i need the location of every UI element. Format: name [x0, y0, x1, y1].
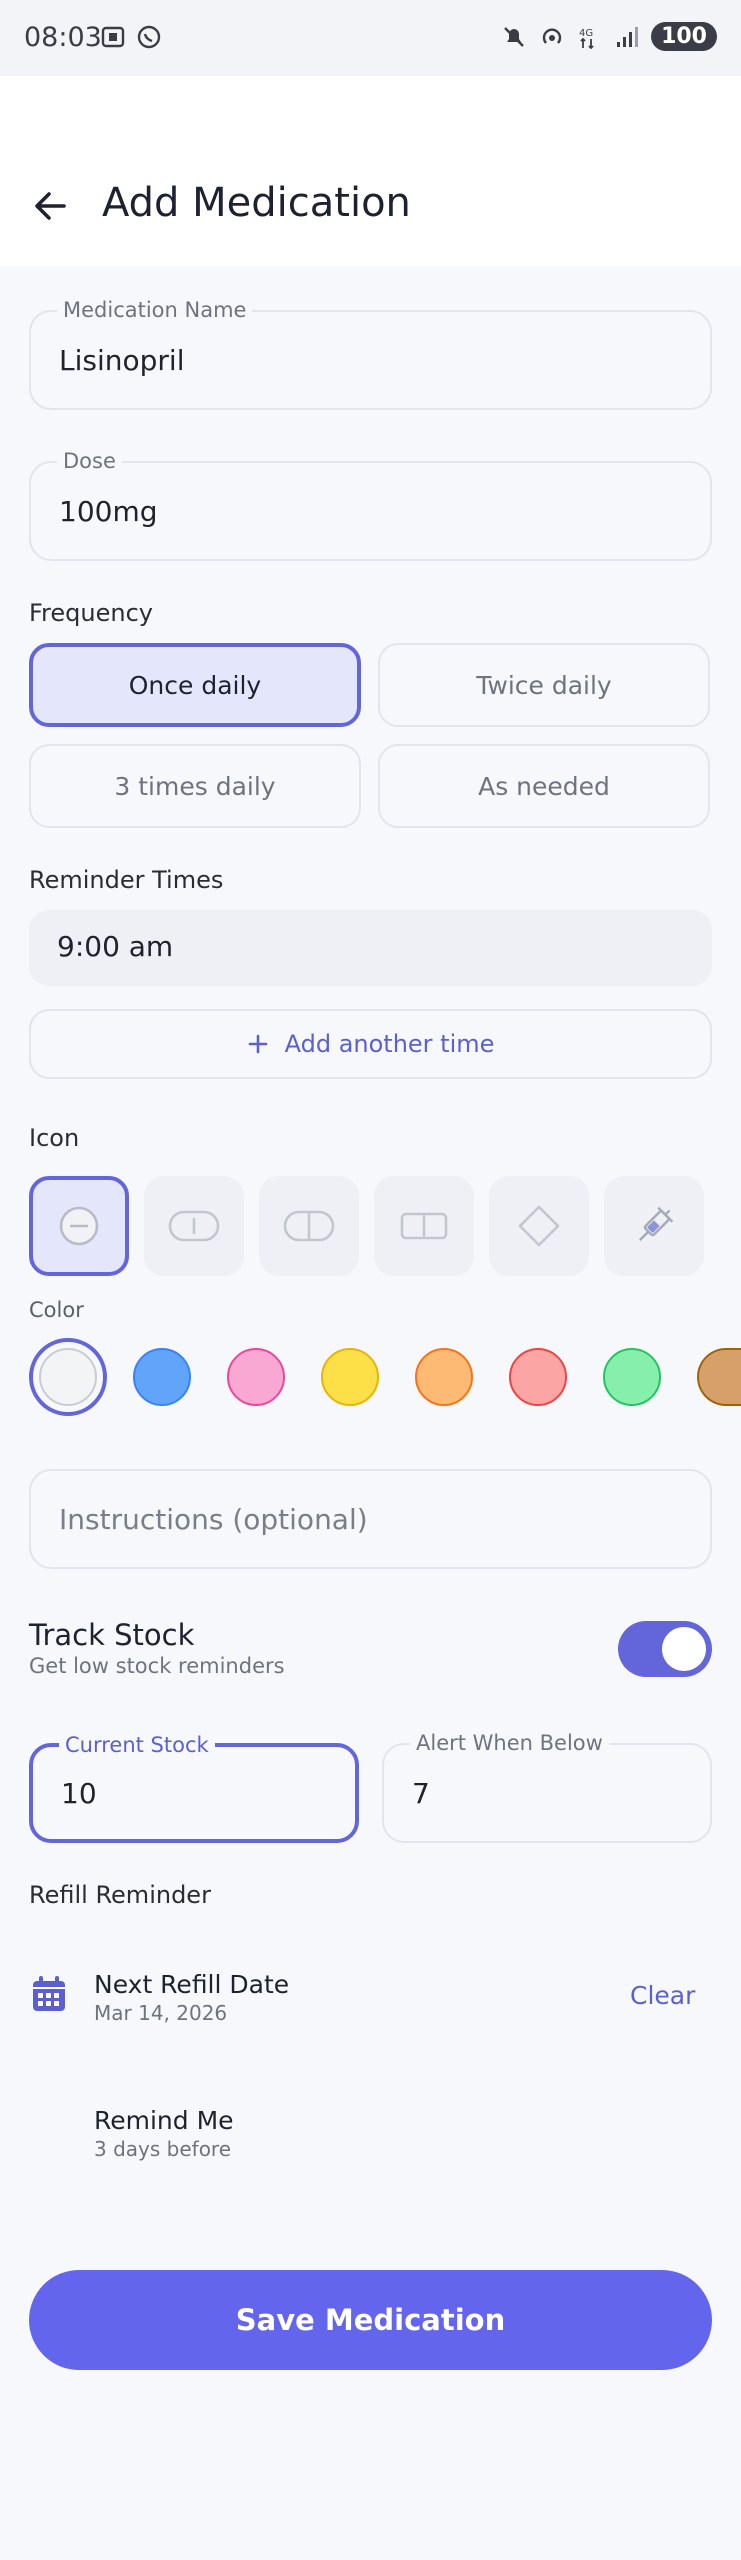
- reminder-time-row[interactable]: 9:00 am: [29, 910, 712, 986]
- dose-value: 100mg: [59, 495, 158, 528]
- status-bar: 08:03 4G 100: [0, 0, 741, 76]
- whatsapp-icon: [137, 25, 161, 49]
- current-stock-field[interactable]: Current Stock 10: [29, 1733, 359, 1843]
- battery-indicator: 100: [651, 22, 717, 51]
- reminder-time-value: 9:00 am: [57, 930, 174, 963]
- icon-option-oval-pill[interactable]: [144, 1176, 244, 1276]
- track-stock-toggle[interactable]: [618, 1621, 712, 1677]
- instructions-field[interactable]: Instructions (optional): [29, 1469, 712, 1569]
- mute-icon: [504, 26, 524, 47]
- icon-option-tablet[interactable]: [374, 1176, 474, 1276]
- save-medication-button[interactable]: Save Medication: [29, 2270, 712, 2370]
- network-4g-icon: 4G: [579, 28, 594, 49]
- diamond-pill-icon: [518, 1205, 560, 1247]
- status-notification-icons: [100, 24, 162, 50]
- current-stock-label: Current Stock: [59, 1733, 215, 1757]
- next-refill-date-title: Next Refill Date: [94, 1970, 290, 1999]
- arrow-left-icon: [35, 192, 66, 220]
- clear-refill-date-button[interactable]: Clear: [630, 1981, 695, 2010]
- icon-option-capsule[interactable]: [259, 1176, 359, 1276]
- color-swatch-blue[interactable]: [133, 1348, 191, 1406]
- alert-below-label: Alert When Below: [410, 1731, 609, 1755]
- back-button[interactable]: [30, 186, 70, 226]
- svg-text:4G: 4G: [579, 28, 593, 39]
- frequency-as-needed[interactable]: As needed: [378, 744, 710, 828]
- calendar-icon: [33, 1976, 65, 2011]
- next-refill-date-value: Mar 14, 2026: [94, 2001, 228, 2025]
- round-pill-icon: [59, 1206, 99, 1246]
- icon-label: Icon: [29, 1124, 80, 1152]
- color-swatch-pink[interactable]: [227, 1348, 285, 1406]
- capsule-icon: [283, 1210, 335, 1242]
- dose-label: Dose: [57, 449, 122, 473]
- track-stock-title: Track Stock: [29, 1618, 195, 1652]
- page-title: Add Medication: [102, 180, 411, 226]
- frequency-twice-daily[interactable]: Twice daily: [378, 643, 710, 727]
- color-swatch-red[interactable]: [509, 1348, 567, 1406]
- frequency-label: Frequency: [29, 599, 153, 627]
- signal-icon: [617, 26, 639, 47]
- refill-reminder-label: Refill Reminder: [29, 1881, 211, 1909]
- alert-below-field[interactable]: Alert When Below 7: [382, 1731, 712, 1843]
- color-swatch-white[interactable]: [39, 1348, 97, 1406]
- tablet-icon: [400, 1212, 448, 1240]
- status-time: 08:03: [24, 22, 102, 53]
- frequency-once-daily[interactable]: Once daily: [29, 643, 361, 727]
- app-header: [0, 76, 741, 266]
- dose-field[interactable]: Dose 100mg: [29, 449, 712, 561]
- track-stock-subtitle: Get low stock reminders: [29, 1654, 285, 1678]
- instructions-placeholder: Instructions (optional): [59, 1503, 368, 1536]
- icon-option-round-pill[interactable]: [29, 1176, 129, 1276]
- status-system-icons: 4G 100: [501, 22, 717, 51]
- medication-name-label: Medication Name: [57, 298, 253, 322]
- remind-me-value: 3 days before: [94, 2137, 232, 2161]
- add-another-time-button[interactable]: Add another time: [29, 1009, 712, 1079]
- screenshot-icon: [101, 26, 125, 48]
- color-swatch-brown[interactable]: [697, 1348, 741, 1406]
- icon-option-syringe[interactable]: [604, 1176, 704, 1276]
- reminder-times-label: Reminder Times: [29, 866, 224, 894]
- color-label: Color: [29, 1298, 84, 1322]
- current-stock-value: 10: [61, 1777, 97, 1810]
- plus-icon: [248, 1034, 267, 1054]
- alert-below-value: 7: [412, 1777, 430, 1810]
- syringe-icon: [639, 1206, 674, 1241]
- icon-option-diamond-pill[interactable]: [489, 1176, 589, 1276]
- toggle-knob: [662, 1627, 706, 1671]
- remind-me-title: Remind Me: [94, 2106, 234, 2135]
- hotspot-icon: [542, 28, 562, 44]
- color-swatch-green[interactable]: [603, 1348, 661, 1406]
- add-another-time-label: Add another time: [284, 1030, 495, 1058]
- medication-name-value: Lisinopril: [59, 344, 185, 377]
- medication-name-field[interactable]: Medication Name Lisinopril: [29, 298, 712, 410]
- color-swatch-orange[interactable]: [415, 1348, 473, 1406]
- frequency-three-times-daily[interactable]: 3 times daily: [29, 744, 361, 828]
- oval-pill-icon: [168, 1210, 220, 1242]
- color-swatch-yellow[interactable]: [321, 1348, 379, 1406]
